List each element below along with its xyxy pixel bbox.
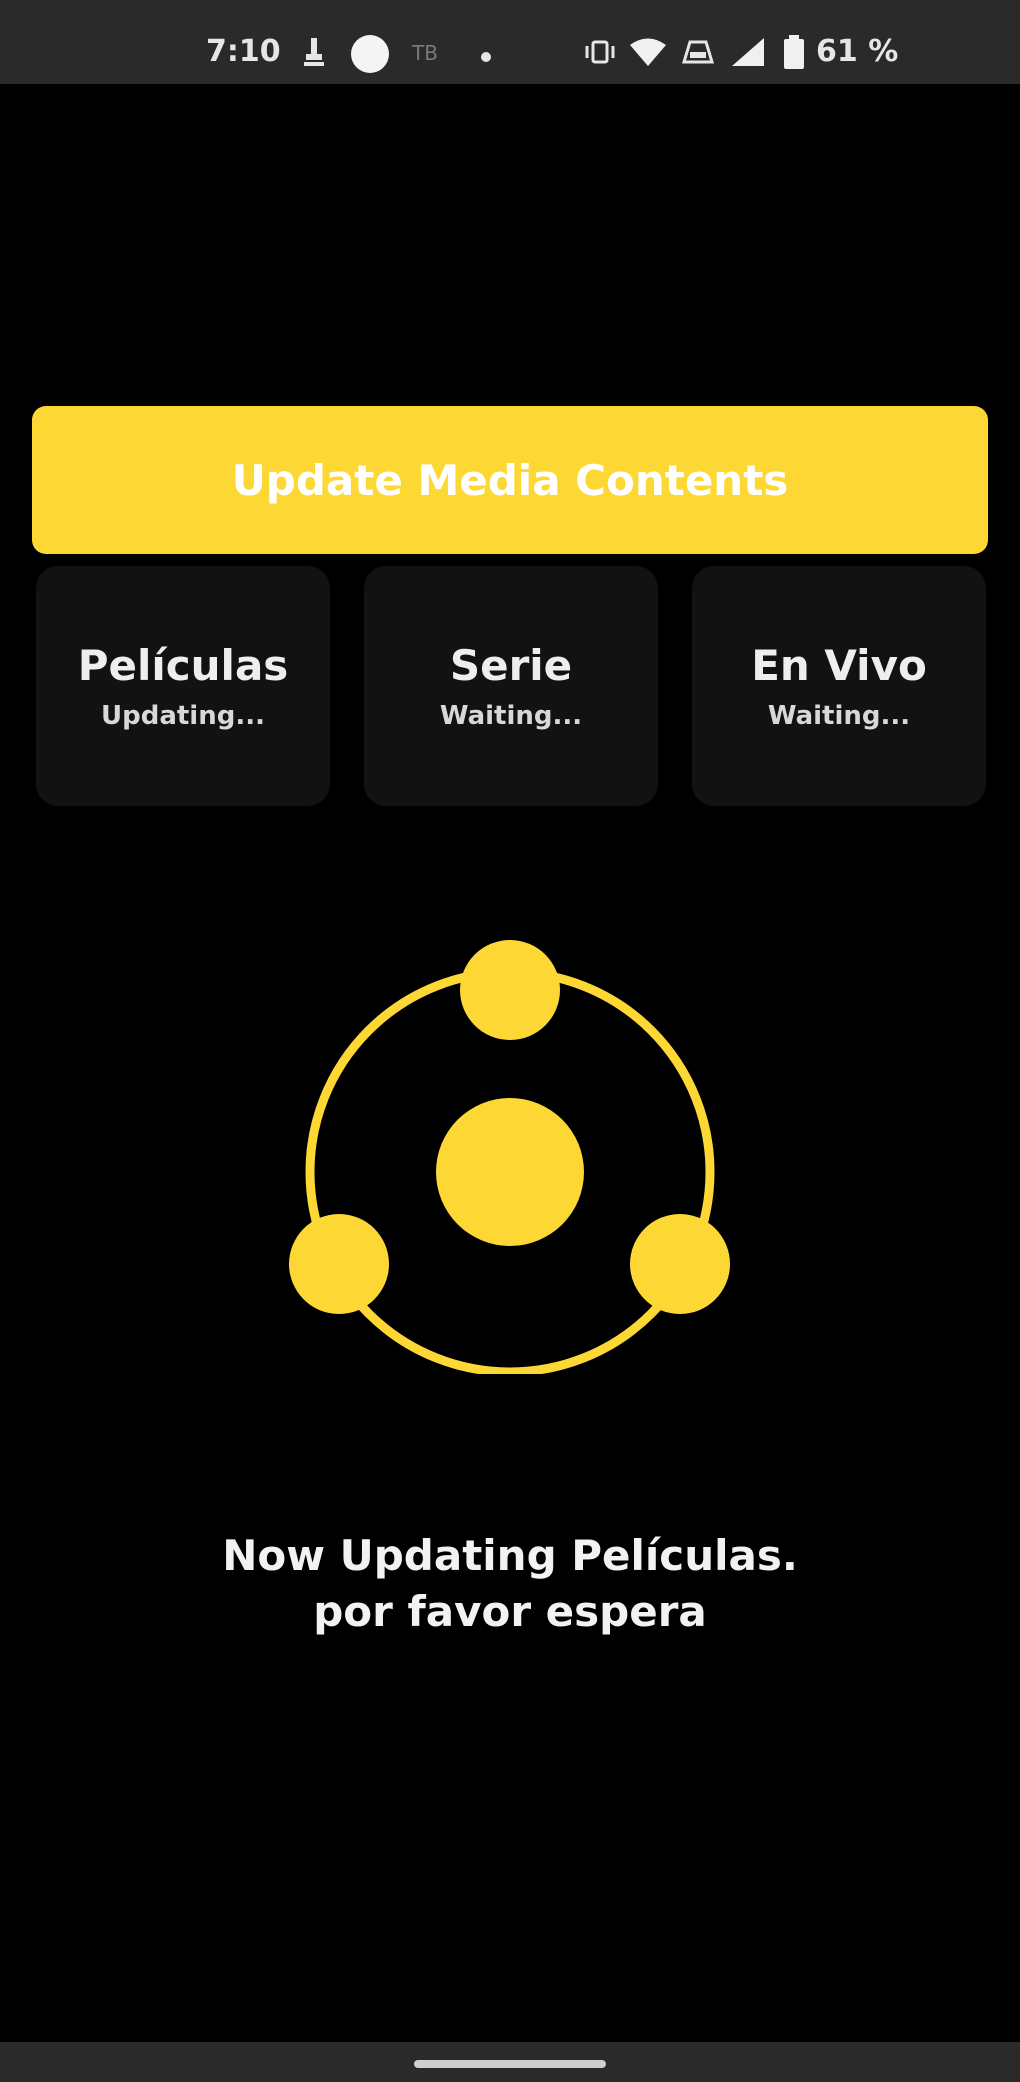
- category-card-peliculas[interactable]: Películas Updating...: [36, 566, 330, 806]
- category-status: Waiting...: [439, 701, 583, 732]
- wifi-icon: [628, 36, 668, 72]
- status-time: 7:10: [206, 34, 281, 69]
- category-name: Serie: [449, 640, 573, 690]
- data-icon: [680, 36, 716, 72]
- navigation-bar: [0, 2042, 1020, 2082]
- category-card-en-vivo[interactable]: En Vivo Waiting...: [692, 566, 986, 806]
- svg-text:TB: TB: [411, 41, 438, 65]
- category-card-serie[interactable]: Serie Waiting...: [364, 566, 658, 806]
- battery-icon: [782, 34, 806, 74]
- category-name: Películas: [77, 640, 289, 690]
- message-line-2: por favor espera: [313, 1587, 707, 1636]
- battery-percentage: 61 %: [816, 34, 899, 69]
- message-line-1: Now Updating Películas.: [222, 1531, 798, 1580]
- category-status: Updating...: [101, 701, 265, 732]
- circle-notification-icon: [348, 34, 392, 78]
- signal-icon: [730, 36, 766, 72]
- usb-icon: [300, 36, 328, 72]
- vibrate-icon: [584, 36, 616, 72]
- update-media-contents-button[interactable]: Update Media Contents: [32, 406, 988, 554]
- app-notification-icon: TB: [410, 36, 450, 72]
- category-status: Waiting...: [767, 701, 911, 732]
- loading-spinner-icon: [280, 934, 740, 1377]
- dot-icon: [480, 48, 492, 67]
- update-media-contents-label: Update Media Contents: [231, 455, 789, 505]
- update-progress-message: Now Updating Películas. por favor espera: [0, 1528, 1020, 1640]
- home-gesture-handle[interactable]: [414, 2060, 606, 2068]
- status-bar: 7:10 TB 61 %: [0, 0, 1020, 84]
- category-name: En Vivo: [751, 640, 927, 690]
